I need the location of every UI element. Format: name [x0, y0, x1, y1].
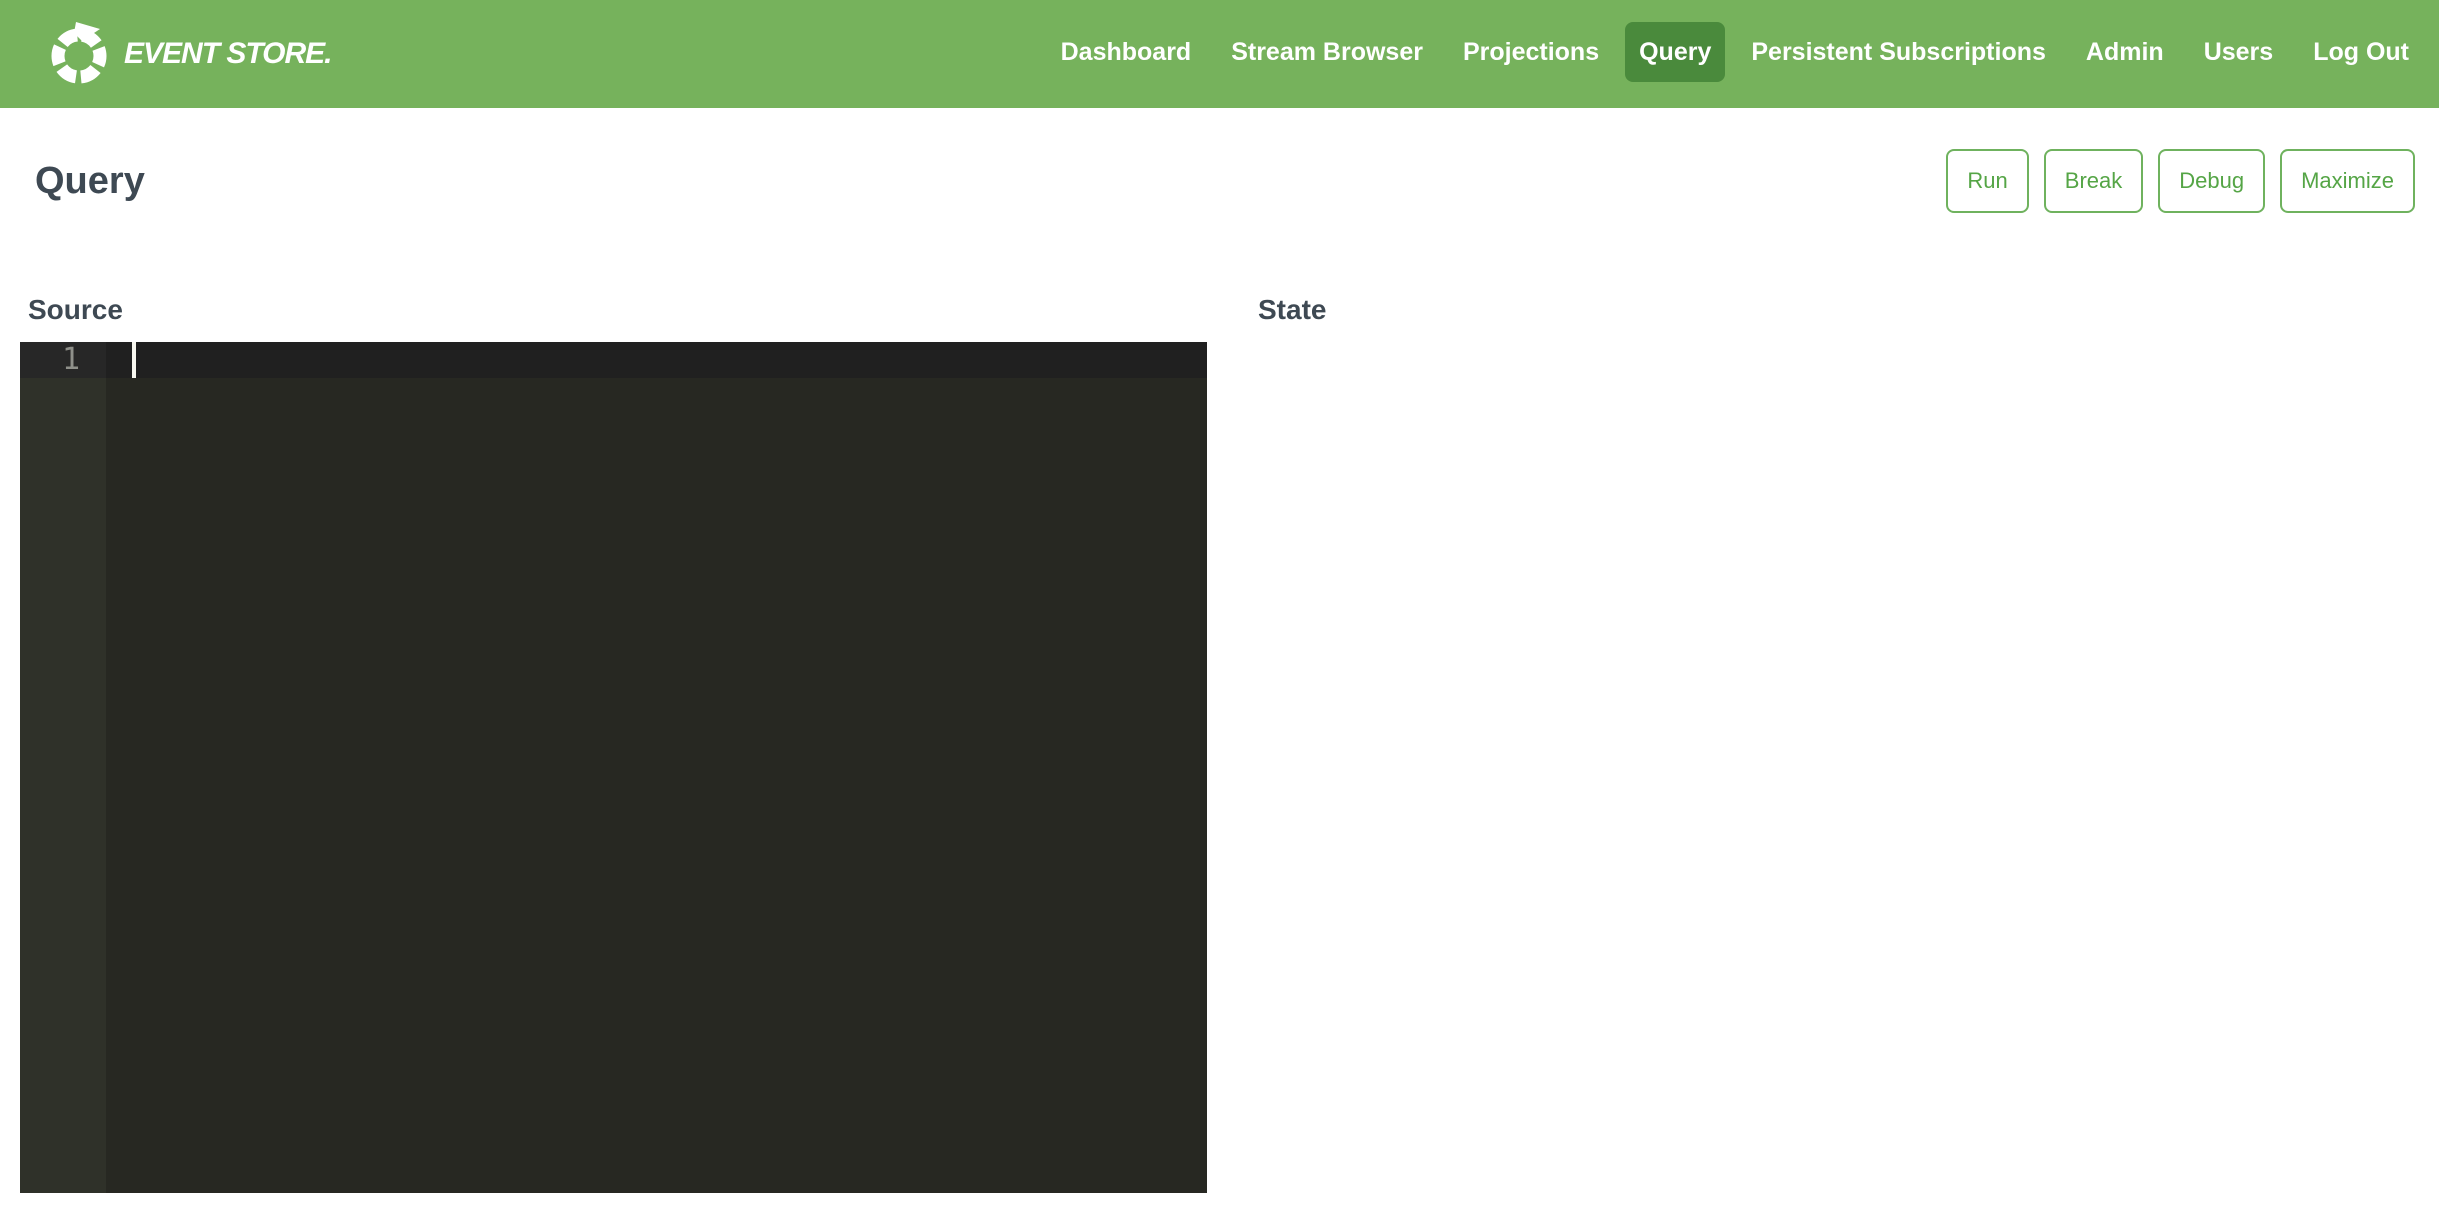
state-panel: State [1219, 293, 2439, 1193]
nav-item-dashboard[interactable]: Dashboard [1047, 22, 1206, 82]
nav-item-persistent-subscriptions[interactable]: Persistent Subscriptions [1737, 22, 2060, 82]
run-button[interactable]: Run [1946, 149, 2028, 213]
maximize-button[interactable]: Maximize [2280, 149, 2415, 213]
line-number: 1 [20, 342, 106, 378]
editor-gutter[interactable]: 1 [20, 342, 106, 1193]
nav-item-log-out[interactable]: Log Out [2299, 22, 2423, 82]
editor-cursor [132, 342, 136, 378]
source-panel: Source 1 [0, 293, 1219, 1193]
navbar: EVENT STORE. Dashboard Stream Browser Pr… [0, 0, 2439, 108]
nav-item-admin[interactable]: Admin [2072, 22, 2178, 82]
query-page: Query Run Break Debug Maximize Source 1 … [0, 149, 2439, 1193]
nav-item-projections[interactable]: Projections [1449, 22, 1613, 82]
main-nav: Dashboard Stream Browser Projections Que… [1041, 22, 2429, 82]
brand-name: EVENT STORE. [124, 37, 332, 71]
debug-button[interactable]: Debug [2158, 149, 2265, 213]
nav-item-stream-browser[interactable]: Stream Browser [1217, 22, 1437, 82]
nav-item-users[interactable]: Users [2190, 22, 2288, 82]
panels-row: Source 1 State [0, 293, 2439, 1193]
break-button[interactable]: Break [2044, 149, 2143, 213]
editor-content[interactable] [106, 342, 1207, 1193]
source-label: Source [28, 293, 1207, 327]
nav-item-query[interactable]: Query [1625, 22, 1725, 82]
state-label: State [1258, 293, 2439, 327]
event-store-logo[interactable]: EVENT STORE. [46, 21, 332, 87]
query-source-editor[interactable]: 1 [20, 342, 1207, 1193]
page-header: Query Run Break Debug Maximize [0, 149, 2439, 213]
query-toolbar: Run Break Debug Maximize [1946, 149, 2415, 213]
page-title: Query [35, 160, 145, 203]
event-store-ring-icon [46, 21, 112, 87]
editor-active-line [106, 342, 1207, 378]
